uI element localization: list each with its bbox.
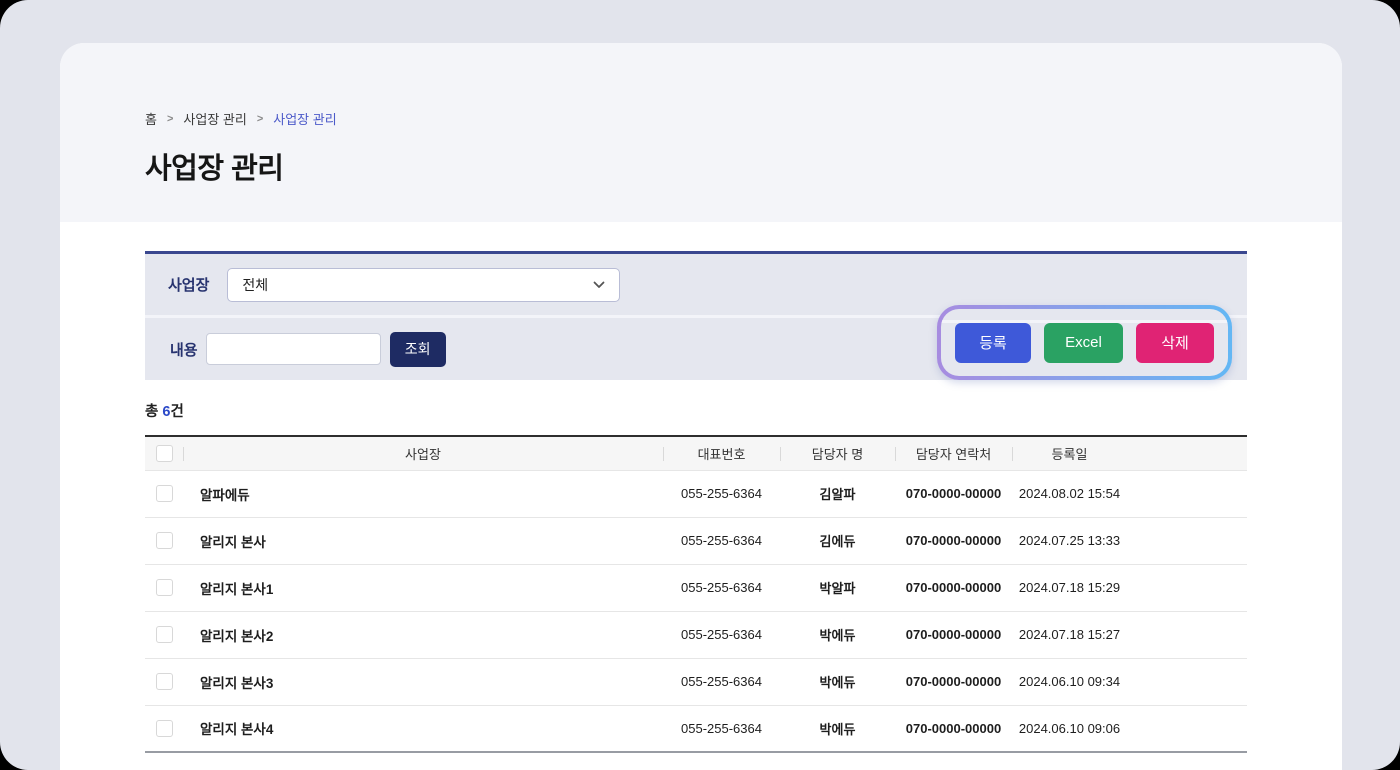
table-row[interactable]: 알파에듀 055-255-6364 김알파 070-0000-00000 202… xyxy=(145,470,1247,517)
cell-manager-contact: 070-0000-00000 xyxy=(895,517,1012,564)
cell-registered-date: 2024.08.02 15:54 xyxy=(1012,470,1127,517)
cell-main-phone: 055-255-6364 xyxy=(663,517,780,564)
cell-main-phone: 055-255-6364 xyxy=(663,564,780,611)
cell-registered-date: 2024.07.18 15:29 xyxy=(1012,564,1127,611)
cell-manager-name: 김알파 xyxy=(780,470,895,517)
cell-manager-name: 김에듀 xyxy=(780,517,895,564)
cell-filler xyxy=(1127,658,1247,705)
workplace-select-value: 전체 xyxy=(242,275,268,295)
header-workplace: 사업장 xyxy=(183,436,663,470)
row-checkbox[interactable] xyxy=(156,673,173,690)
row-checkbox[interactable] xyxy=(156,485,173,502)
row-checkbox-cell xyxy=(145,705,183,752)
page-title: 사업장 관리 xyxy=(145,145,1257,187)
header-checkbox-cell xyxy=(145,436,183,470)
cell-filler xyxy=(1127,517,1247,564)
cell-main-phone: 055-255-6364 xyxy=(663,470,780,517)
search-button[interactable]: 조회 xyxy=(390,332,446,367)
total-count: 총 6건 xyxy=(145,400,1247,421)
cell-filler xyxy=(1127,470,1247,517)
content-label: 내용 xyxy=(170,339,198,360)
row-checkbox-cell xyxy=(145,564,183,611)
cell-manager-name: 박알파 xyxy=(780,564,895,611)
cell-workplace-name: 알리지 본사 xyxy=(183,517,663,564)
content-area: 사업장 전체 내용 조회 등록 Excel xyxy=(60,222,1342,753)
cell-manager-contact: 070-0000-00000 xyxy=(895,658,1012,705)
cell-registered-date: 2024.07.25 13:33 xyxy=(1012,517,1127,564)
row-checkbox-cell xyxy=(145,470,183,517)
workplace-table: 사업장 대표번호 담당자 명 담당자 연락처 등록일 알파에듀 055-255-… xyxy=(145,435,1247,753)
action-button-group: 등록 Excel 삭제 xyxy=(941,309,1228,376)
cell-main-phone: 055-255-6364 xyxy=(663,611,780,658)
register-button[interactable]: 등록 xyxy=(955,323,1031,363)
app-background: 홈 > 사업장 관리 > 사업장 관리 사업장 관리 사업장 전체 xyxy=(0,0,1400,770)
highlight-annotation: 등록 Excel 삭제 xyxy=(937,305,1232,380)
cell-main-phone: 055-255-6364 xyxy=(663,705,780,752)
cell-workplace-name: 알리지 본사2 xyxy=(183,611,663,658)
excel-export-button[interactable]: Excel xyxy=(1044,323,1123,363)
table-row[interactable]: 알리지 본사2 055-255-6364 박에듀 070-0000-00000 … xyxy=(145,611,1247,658)
cell-manager-name: 박에듀 xyxy=(780,705,895,752)
breadcrumb-separator-icon: > xyxy=(257,113,263,125)
filter-panel: 사업장 전체 내용 조회 등록 Excel xyxy=(145,251,1247,380)
table-row[interactable]: 알리지 본사4 055-255-6364 박에듀 070-0000-00000 … xyxy=(145,705,1247,752)
header-filler xyxy=(1127,436,1247,470)
cell-workplace-name: 알리지 본사4 xyxy=(183,705,663,752)
breadcrumb-current: 사업장 관리 xyxy=(273,109,336,128)
breadcrumb-workplace-mgmt[interactable]: 사업장 관리 xyxy=(183,109,246,128)
cell-manager-contact: 070-0000-00000 xyxy=(895,705,1012,752)
total-count-prefix: 총 xyxy=(145,404,162,420)
table-row[interactable]: 알리지 본사1 055-255-6364 박알파 070-0000-00000 … xyxy=(145,564,1247,611)
select-all-checkbox[interactable] xyxy=(156,445,173,462)
chevron-down-icon xyxy=(593,281,605,289)
cell-manager-name: 박에듀 xyxy=(780,611,895,658)
breadcrumb: 홈 > 사업장 관리 > 사업장 관리 xyxy=(145,109,1257,128)
delete-button[interactable]: 삭제 xyxy=(1136,323,1214,363)
header-main-phone: 대표번호 xyxy=(663,436,780,470)
workplace-label: 사업장 xyxy=(168,274,209,295)
cell-filler xyxy=(1127,611,1247,658)
cell-manager-name: 박에듀 xyxy=(780,658,895,705)
cell-registered-date: 2024.07.18 15:27 xyxy=(1012,611,1127,658)
cell-manager-contact: 070-0000-00000 xyxy=(895,564,1012,611)
cell-filler xyxy=(1127,705,1247,752)
page-header: 홈 > 사업장 관리 > 사업장 관리 사업장 관리 xyxy=(60,43,1342,222)
workplace-select[interactable]: 전체 xyxy=(227,268,620,302)
breadcrumb-separator-icon: > xyxy=(167,113,173,125)
header-manager-name: 담당자 명 xyxy=(780,436,895,470)
breadcrumb-home[interactable]: 홈 xyxy=(145,109,157,128)
table-row[interactable]: 알리지 본사 055-255-6364 김에듀 070-0000-00000 2… xyxy=(145,517,1247,564)
cell-manager-contact: 070-0000-00000 xyxy=(895,611,1012,658)
row-checkbox[interactable] xyxy=(156,532,173,549)
row-checkbox-cell xyxy=(145,611,183,658)
cell-workplace-name: 알리지 본사1 xyxy=(183,564,663,611)
cell-filler xyxy=(1127,564,1247,611)
row-checkbox[interactable] xyxy=(156,720,173,737)
cell-manager-contact: 070-0000-00000 xyxy=(895,470,1012,517)
cell-main-phone: 055-255-6364 xyxy=(663,658,780,705)
row-checkbox-cell xyxy=(145,517,183,564)
table-body: 알파에듀 055-255-6364 김알파 070-0000-00000 202… xyxy=(145,470,1247,752)
cell-workplace-name: 알파에듀 xyxy=(183,470,663,517)
header-manager-contact: 담당자 연락처 xyxy=(895,436,1012,470)
table-row[interactable]: 알리지 본사3 055-255-6364 박에듀 070-0000-00000 … xyxy=(145,658,1247,705)
table-header-row: 사업장 대표번호 담당자 명 담당자 연락처 등록일 xyxy=(145,436,1247,470)
content-input[interactable] xyxy=(206,333,381,365)
row-checkbox[interactable] xyxy=(156,626,173,643)
header-registered-date: 등록일 xyxy=(1012,436,1127,470)
total-count-suffix: 건 xyxy=(170,404,183,420)
main-panel: 홈 > 사업장 관리 > 사업장 관리 사업장 관리 사업장 전체 xyxy=(60,43,1342,770)
cell-registered-date: 2024.06.10 09:34 xyxy=(1012,658,1127,705)
row-checkbox-cell xyxy=(145,658,183,705)
cell-registered-date: 2024.06.10 09:06 xyxy=(1012,705,1127,752)
row-checkbox[interactable] xyxy=(156,579,173,596)
cell-workplace-name: 알리지 본사3 xyxy=(183,658,663,705)
